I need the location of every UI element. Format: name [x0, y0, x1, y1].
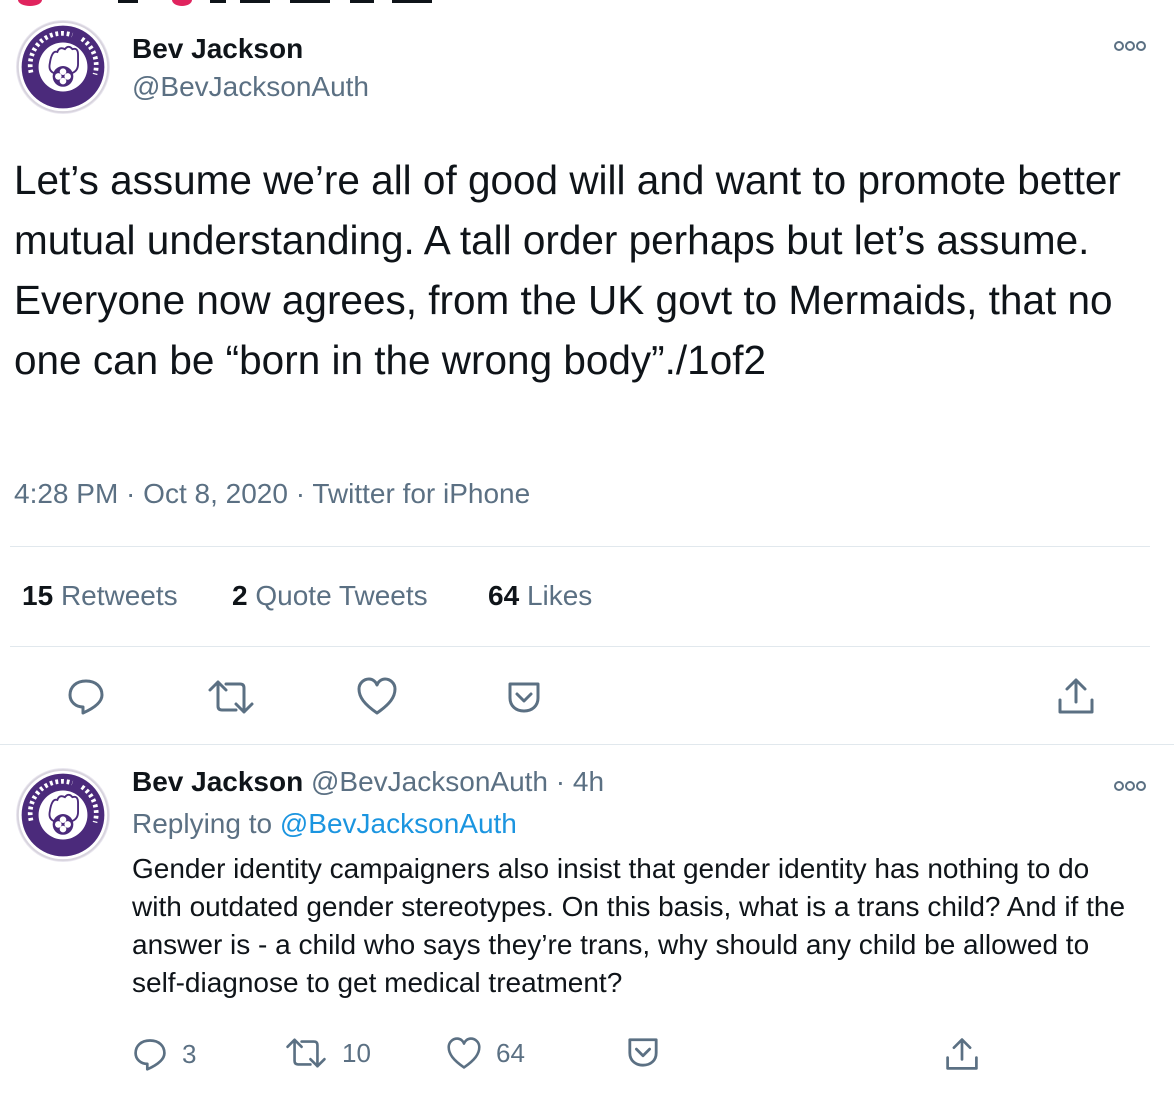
reply-time[interactable]: 4h — [573, 766, 604, 797]
like-count: 64 — [496, 1037, 525, 1068]
separator: · — [118, 478, 144, 509]
likes-count: 64 — [488, 580, 520, 611]
more-options-icon[interactable] — [1113, 38, 1147, 54]
author-avatar[interactable] — [16, 20, 110, 114]
reply-count: 3 — [182, 1038, 197, 1069]
likes-label: Likes — [526, 580, 593, 611]
tweet-metadata: 4:28 PM · Oct 8, 2020 · Twitter for iPho… — [14, 478, 530, 510]
quotes-label: Quote Tweets — [255, 580, 428, 611]
reply-text: Gender identity campaigners also insist … — [132, 853, 1126, 998]
reply-icon — [134, 1039, 166, 1071]
reply-author-name[interactable]: Bev Jackson — [132, 766, 303, 797]
bookmark-icon — [628, 1038, 658, 1067]
share-icon — [946, 1038, 978, 1070]
separator: · — [287, 478, 313, 509]
retweets-stat[interactable]: 15 Retweets — [22, 580, 178, 612]
reply-header: Bev Jackson @BevJacksonAuth · 4h — [132, 766, 604, 798]
quote-tweets-stat[interactable]: 2 Quote Tweets — [232, 580, 428, 612]
bookmark-icon[interactable] — [506, 680, 542, 714]
tweet-date[interactable]: Oct 8, 2020 — [143, 478, 288, 509]
divider — [0, 744, 1174, 745]
more-options-icon[interactable] — [1113, 778, 1147, 794]
share-icon[interactable] — [1056, 676, 1096, 716]
previous-tweet-fragment — [0, 0, 1174, 6]
retweet-action[interactable]: 10 — [284, 1036, 371, 1070]
quotes-count: 2 — [232, 580, 248, 611]
author-name[interactable]: Bev Jackson — [132, 33, 303, 65]
retweet-count: 10 — [342, 1037, 371, 1068]
reply-icon[interactable] — [66, 676, 106, 716]
author-handle[interactable]: @BevJacksonAuth — [132, 71, 369, 103]
replying-to: Replying to @BevJacksonAuth — [132, 808, 517, 840]
retweet-icon — [286, 1038, 326, 1068]
like-icon — [447, 1037, 481, 1069]
like-action[interactable]: 64 — [446, 1036, 525, 1070]
likes-stat[interactable]: 64 Likes — [488, 580, 592, 612]
like-icon[interactable] — [356, 676, 398, 716]
retweets-label: Retweets — [60, 580, 178, 611]
replying-label: Replying to — [132, 808, 273, 839]
divider — [10, 546, 1150, 547]
separator: · — [555, 766, 566, 797]
tweet-source[interactable]: Twitter for iPhone — [312, 478, 530, 509]
retweet-icon[interactable] — [206, 678, 256, 716]
reply-action[interactable]: 3 — [132, 1036, 196, 1072]
tweet-time[interactable]: 4:28 PM — [14, 478, 118, 509]
share-action[interactable] — [944, 1036, 980, 1072]
replying-to-link[interactable]: @BevJacksonAuth — [280, 808, 517, 839]
retweets-count: 15 — [22, 580, 54, 611]
divider — [10, 646, 1150, 647]
reply-author-avatar[interactable] — [16, 768, 110, 862]
bookmark-action[interactable] — [626, 1036, 660, 1068]
reply-author-handle[interactable]: @BevJacksonAuth — [311, 766, 548, 797]
tweet-text: Let’s assume we’re all of good will and … — [14, 157, 1133, 383]
